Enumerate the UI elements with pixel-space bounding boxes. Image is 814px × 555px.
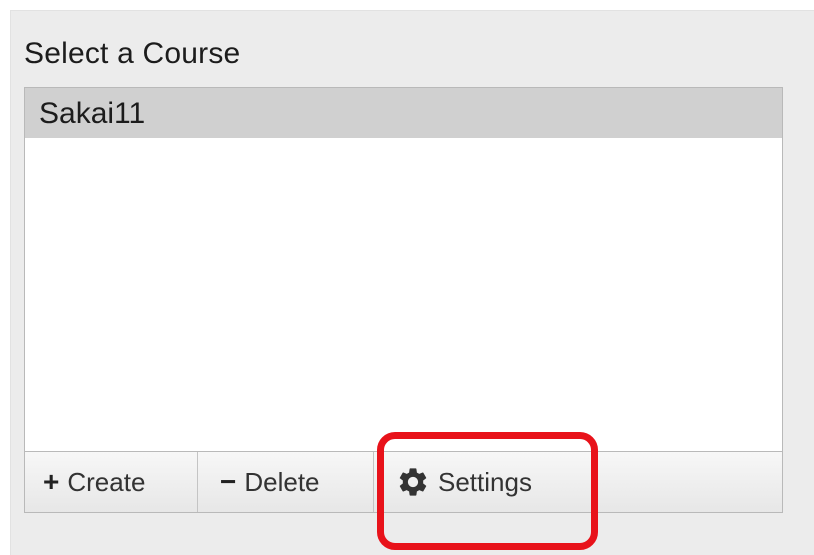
course-list[interactable]: Sakai11	[24, 87, 783, 456]
settings-button-label: Settings	[438, 466, 532, 497]
create-button-label: Create	[67, 466, 146, 497]
plus-icon: +	[43, 466, 60, 497]
minus-icon: −	[220, 466, 237, 497]
gear-icon	[399, 468, 427, 496]
delete-button[interactable]: − Delete	[198, 452, 374, 512]
panel-title: Select a Course	[24, 37, 241, 70]
course-toolbar: + Create − Delete Settings	[24, 451, 783, 513]
course-list-item-selected[interactable]: Sakai11	[25, 88, 782, 138]
settings-button[interactable]: Settings	[374, 452, 594, 512]
create-button[interactable]: + Create	[25, 452, 198, 512]
delete-button-label: Delete	[244, 466, 320, 497]
